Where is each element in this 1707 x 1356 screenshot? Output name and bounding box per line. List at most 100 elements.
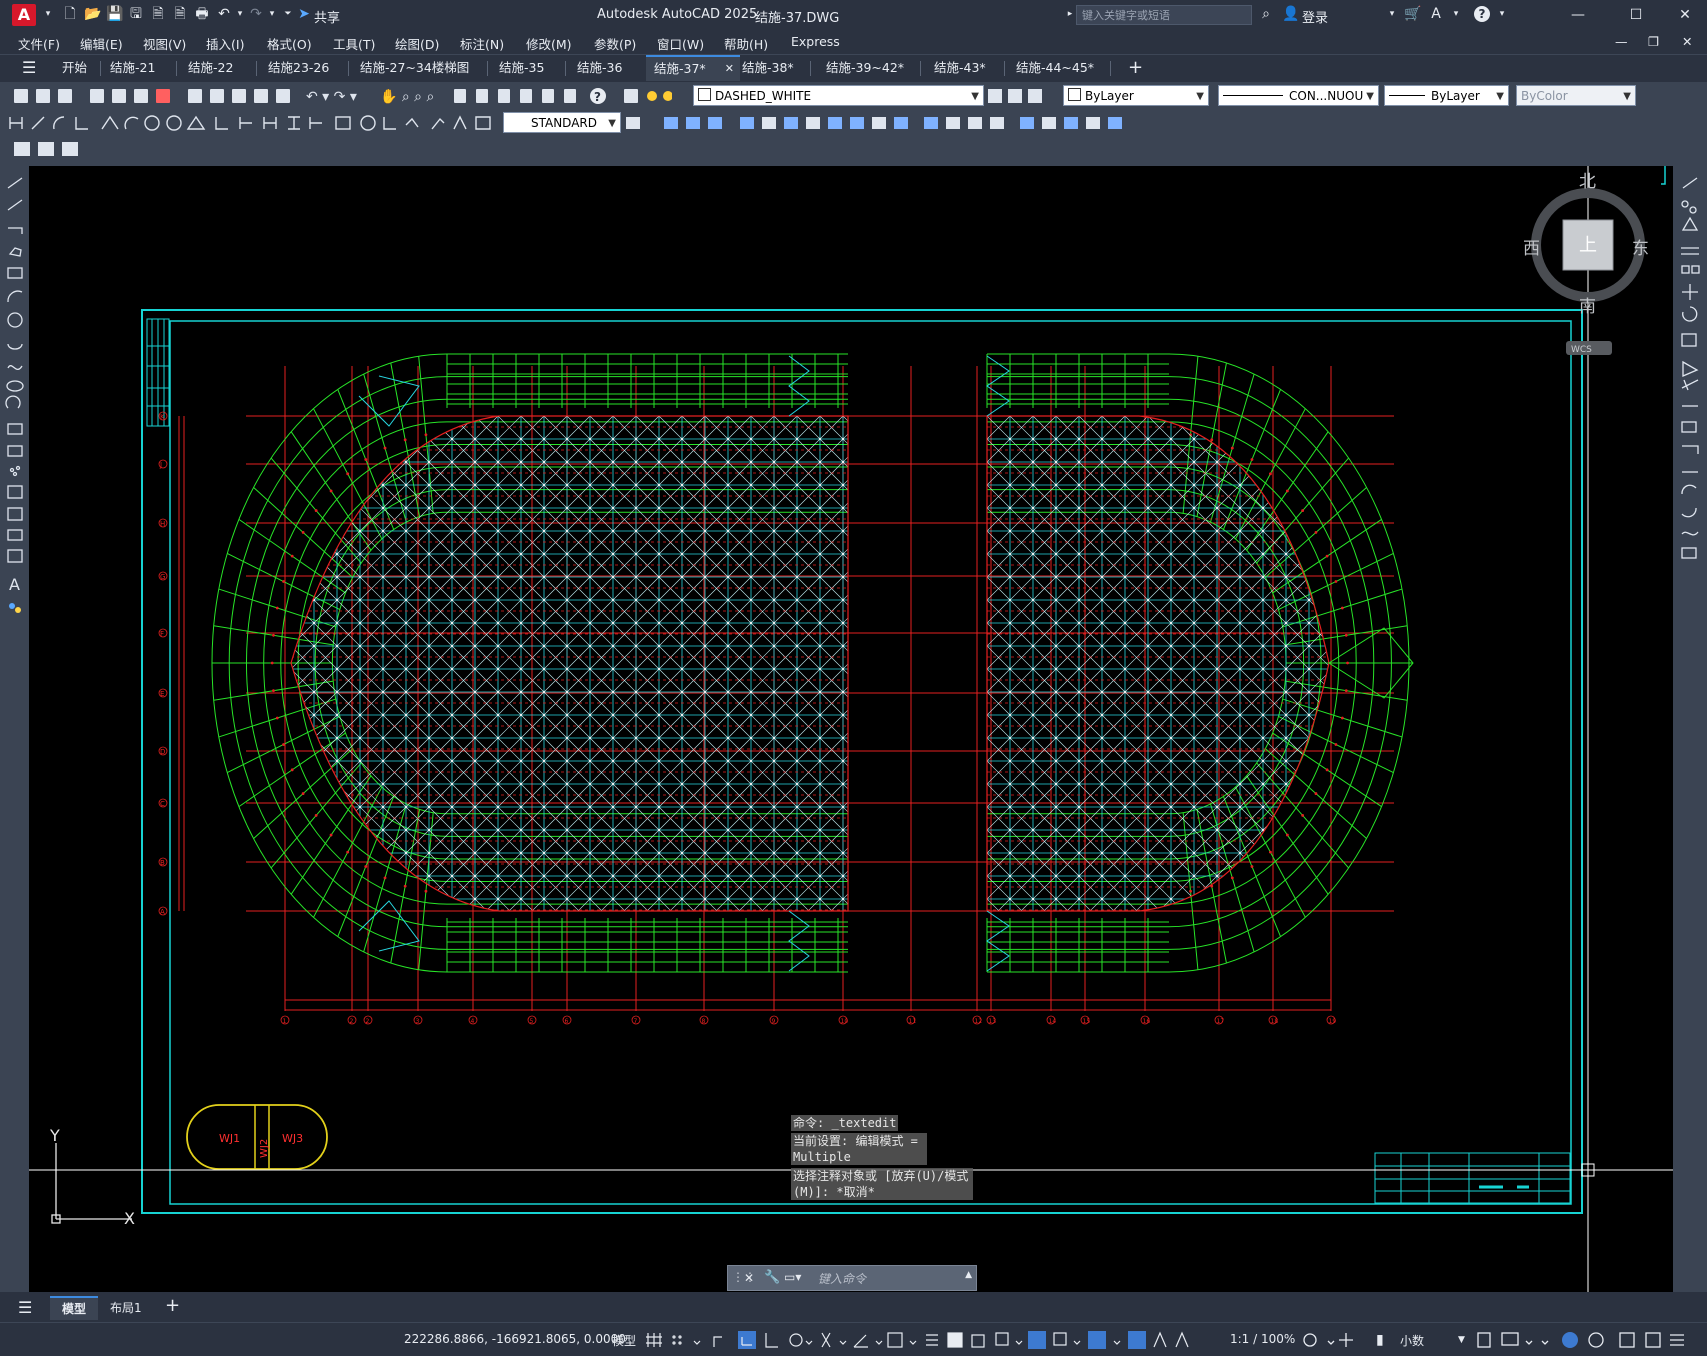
redo-dropdown-icon[interactable]: ▾ <box>264 6 280 22</box>
workspace-icons[interactable] <box>1300 1329 1360 1351</box>
tab-drawing[interactable]: 结施-39~42* <box>818 55 912 81</box>
lattice-node <box>726 874 730 878</box>
redo-icon[interactable]: ↷ <box>248 6 264 22</box>
doc-minimize-icon[interactable]: — <box>1615 34 1628 49</box>
menu-edit[interactable]: 编辑(E) <box>80 34 123 53</box>
maximize-button[interactable]: ☐ <box>1616 4 1656 26</box>
tab-drawing[interactable]: 结施-27~34楼梯图 <box>352 55 477 81</box>
tab-drawing[interactable]: 结施-36 <box>569 55 630 81</box>
open-file-icon[interactable]: 📂 <box>84 6 101 22</box>
command-input[interactable]: 键入命令 <box>818 1270 866 1287</box>
coordinates-readout[interactable]: 222286.8866, -166921.8065, 0.0000 <box>404 1332 626 1346</box>
layout-menu-icon[interactable]: ☰ <box>18 1298 32 1317</box>
open-web-icon[interactable]: 🗎 <box>150 6 166 22</box>
modify-palette-icons[interactable] <box>1673 174 1707 594</box>
share-button[interactable]: 共享 <box>314 7 340 26</box>
menu-help[interactable]: 帮助(H) <box>724 34 768 53</box>
recent-commands-icon[interactable]: ▭▾ <box>784 1270 801 1284</box>
save-web-icon[interactable]: 🗎 <box>172 6 188 22</box>
status-tray-icons[interactable] <box>1474 1329 1704 1351</box>
tab-layout1[interactable]: 布局1 <box>110 1299 142 1316</box>
wcs-menu[interactable]: WCS <box>1571 345 1592 355</box>
menu-parametric[interactable]: 参数(P) <box>594 34 636 53</box>
menu-express[interactable]: Express <box>791 34 840 49</box>
login-button[interactable]: 登录 <box>1302 7 1328 26</box>
layer-tools-icons[interactable] <box>986 86 1056 106</box>
modify-tools-icons[interactable] <box>624 113 1134 133</box>
close-command-icon[interactable]: ✕ <box>744 1271 754 1285</box>
account-dropdown-icon[interactable]: ▾ <box>1448 6 1464 22</box>
tab-close-icon[interactable]: ✕ <box>725 57 734 81</box>
add-layout-button[interactable]: + <box>165 1295 180 1316</box>
help-icon[interactable]: ? <box>1474 6 1490 22</box>
user-icon[interactable]: 👤 <box>1282 6 1299 22</box>
drawing-canvas[interactable]: K J H G F E D C B A 1 2 2 3 4 5 6 7 8 9 10 11 12 13 14 15 16 17 18 19… <box>29 166 1673 1292</box>
tab-drawing[interactable]: 结施-22 <box>180 55 241 81</box>
menu-dimension[interactable]: 标注(N) <box>460 34 504 53</box>
model-space-button[interactable]: 模型 <box>612 1332 636 1349</box>
menu-view[interactable]: 视图(V) <box>143 34 186 53</box>
extra-tools-icons[interactable] <box>10 139 90 159</box>
annotation-scale[interactable]: 1:1 / 100% <box>1230 1332 1295 1346</box>
viewcube-east[interactable]: 东 <box>1632 239 1649 259</box>
customize-command-icon[interactable]: 🔧 <box>764 1270 780 1285</box>
new-file-icon[interactable]: 🗋 <box>62 6 78 22</box>
viewcube-north[interactable]: 北 <box>1579 172 1596 192</box>
doc-close-icon[interactable]: ✕ <box>1682 34 1692 49</box>
search-icon[interactable]: ⌕ <box>1258 6 1274 22</box>
autodesk-account-icon[interactable]: A <box>1428 6 1444 22</box>
menu-insert[interactable]: 插入(I) <box>206 34 244 53</box>
minimize-button[interactable]: — <box>1558 4 1598 26</box>
share-icon[interactable]: ➤ <box>296 6 312 22</box>
menu-tools[interactable]: 工具(T) <box>333 34 375 53</box>
status-toggles-icons[interactable] <box>644 1329 1224 1351</box>
doc-restore-icon[interactable]: ❐ <box>1648 34 1659 49</box>
units-dropdown[interactable]: 小数 <box>1400 1332 1424 1349</box>
app-logo-icon[interactable]: A <box>12 4 36 26</box>
undo-icon[interactable]: ↶ <box>216 6 232 22</box>
menu-draw[interactable]: 绘图(D) <box>395 34 439 53</box>
standard-toolbar-icons[interactable]: ↶ ▾ ↷ ▾ ✋ ⌕ ⌕ ⌕ ? <box>12 86 672 106</box>
lineweight-dropdown[interactable]: ByLayer ▼ <box>1384 85 1509 106</box>
dimension-tools-icons[interactable] <box>6 113 496 133</box>
tab-drawing[interactable]: 结施-38* <box>734 55 802 81</box>
linetype-dropdown[interactable]: CON...NUOU ▼ <box>1218 85 1379 106</box>
hamburger-menu-icon[interactable]: ☰ <box>14 55 44 81</box>
close-button[interactable]: ✕ <box>1665 4 1705 26</box>
menu-modify[interactable]: 修改(M) <box>526 34 572 53</box>
dimstyle-dropdown[interactable]: STANDARD ▼ <box>503 112 621 133</box>
menu-file[interactable]: 文件(F) <box>18 34 60 53</box>
cart-icon[interactable]: 🛒 <box>1404 6 1421 22</box>
tab-drawing[interactable]: 结施-44~45* <box>1008 55 1102 81</box>
layer-dropdown[interactable]: DASHED_WHITE ▼ <box>693 85 984 106</box>
viewcube-top-face[interactable]: 上 <box>1579 235 1597 256</box>
viewcube-south[interactable]: 南 <box>1579 297 1596 317</box>
viewcube-west[interactable]: 西 <box>1523 239 1540 259</box>
tab-model[interactable]: 模型 <box>50 1296 98 1320</box>
plotstyle-dropdown[interactable]: ByColor ▼ <box>1516 85 1636 106</box>
tab-drawing[interactable]: 结施23-26 <box>260 55 337 81</box>
viewcube[interactable]: 上 北 南 东 西 WCS <box>1523 172 1649 355</box>
tab-drawing[interactable]: 结施-35 <box>491 55 552 81</box>
customize-qat-icon[interactable]: ⏷ <box>280 6 296 22</box>
plot-icon[interactable]: 🖶 <box>194 6 210 22</box>
login-dropdown-icon[interactable]: ▾ <box>1384 6 1400 22</box>
menu-format[interactable]: 格式(O) <box>267 34 312 53</box>
tab-drawing-active[interactable]: 结施-37* ✕ <box>646 55 740 81</box>
tab-start[interactable]: 开始 <box>54 55 95 81</box>
menu-window[interactable]: 窗口(W) <box>657 34 704 53</box>
color-dropdown[interactable]: ByLayer ▼ <box>1063 85 1209 106</box>
app-menu-chevron-icon[interactable]: ▾ <box>40 6 56 22</box>
draw-palette-icons[interactable]: A <box>0 168 29 638</box>
tab-drawing[interactable]: 结施-43* <box>926 55 994 81</box>
new-tab-button[interactable]: + <box>1120 55 1151 81</box>
chevron-down-icon[interactable]: ▼ <box>1458 1335 1465 1345</box>
lattice-node <box>795 667 799 671</box>
command-history-toggle-icon[interactable]: ▲ <box>965 1270 972 1280</box>
help-dropdown-icon[interactable]: ▾ <box>1494 6 1510 22</box>
undo-dropdown-icon[interactable]: ▾ <box>232 6 248 22</box>
tab-drawing[interactable]: 结施-21 <box>102 55 163 81</box>
save-icon[interactable]: 💾 <box>106 6 123 22</box>
search-input[interactable]: 键入关键字或短语 <box>1076 5 1252 25</box>
save-as-icon[interactable]: 🖫 <box>128 6 144 22</box>
